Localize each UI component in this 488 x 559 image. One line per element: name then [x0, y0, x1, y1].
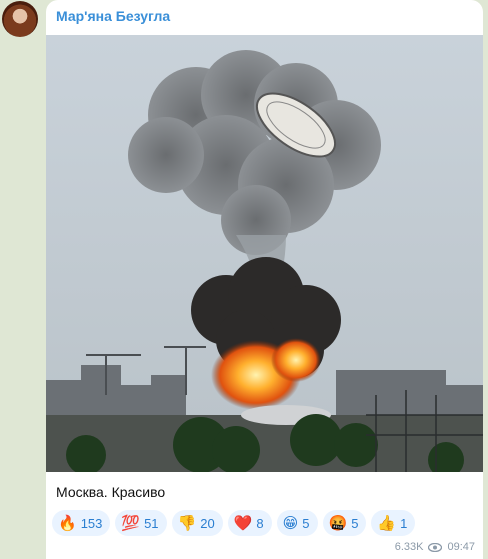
reaction-count: 153 — [80, 515, 103, 531]
reaction-heart[interactable]: ❤️ 8 — [227, 510, 272, 536]
message-caption: Москва. Красиво — [56, 484, 166, 500]
reaction-grin[interactable]: 😁 5 — [276, 510, 318, 536]
angry-face-icon: 🤬 — [328, 514, 348, 532]
thumbs-down-icon: 👎 — [177, 514, 197, 532]
thumbs-up-icon: 👍 — [377, 514, 397, 532]
reaction-count: 5 — [351, 515, 359, 531]
sender-name[interactable]: Мар'яна Безугла — [56, 8, 170, 24]
reaction-fire[interactable]: 🔥 153 — [52, 510, 111, 536]
avatar[interactable] — [2, 1, 38, 37]
fire-icon: 🔥 — [58, 514, 77, 532]
reaction-count: 20 — [200, 515, 215, 531]
heart-icon: ❤️ — [233, 514, 253, 532]
reaction-thumbs-up[interactable]: 👍 1 — [371, 510, 416, 536]
reaction-count: 8 — [256, 515, 264, 531]
message-meta: 6.33K 09:47 — [395, 541, 475, 553]
hundred-points-icon: 💯 — [121, 514, 141, 532]
reaction-thumbs-down[interactable]: 👎 20 — [171, 510, 223, 536]
message-photo[interactable] — [46, 35, 483, 472]
reaction-count: 1 — [400, 515, 408, 531]
reaction-count: 5 — [302, 515, 310, 531]
explosion-photo — [46, 35, 483, 472]
message-bubble: Мар'яна Безугла Москва. Красиво 🔥 153 💯 … — [46, 0, 483, 559]
reaction-count: 51 — [144, 515, 159, 531]
view-count: 6.33K — [394, 541, 424, 553]
message-time: 09:47 — [447, 541, 475, 553]
reaction-hundred[interactable]: 💯 51 — [115, 510, 167, 536]
eye-icon — [428, 542, 443, 552]
grinning-face-icon: 😁 — [282, 514, 299, 532]
reactions-bar: 🔥 153 💯 51 👎 20 ❤️ 8 😁 5 🤬 5 👍 1 — [52, 510, 416, 536]
reaction-angry[interactable]: 🤬 5 — [322, 510, 367, 536]
